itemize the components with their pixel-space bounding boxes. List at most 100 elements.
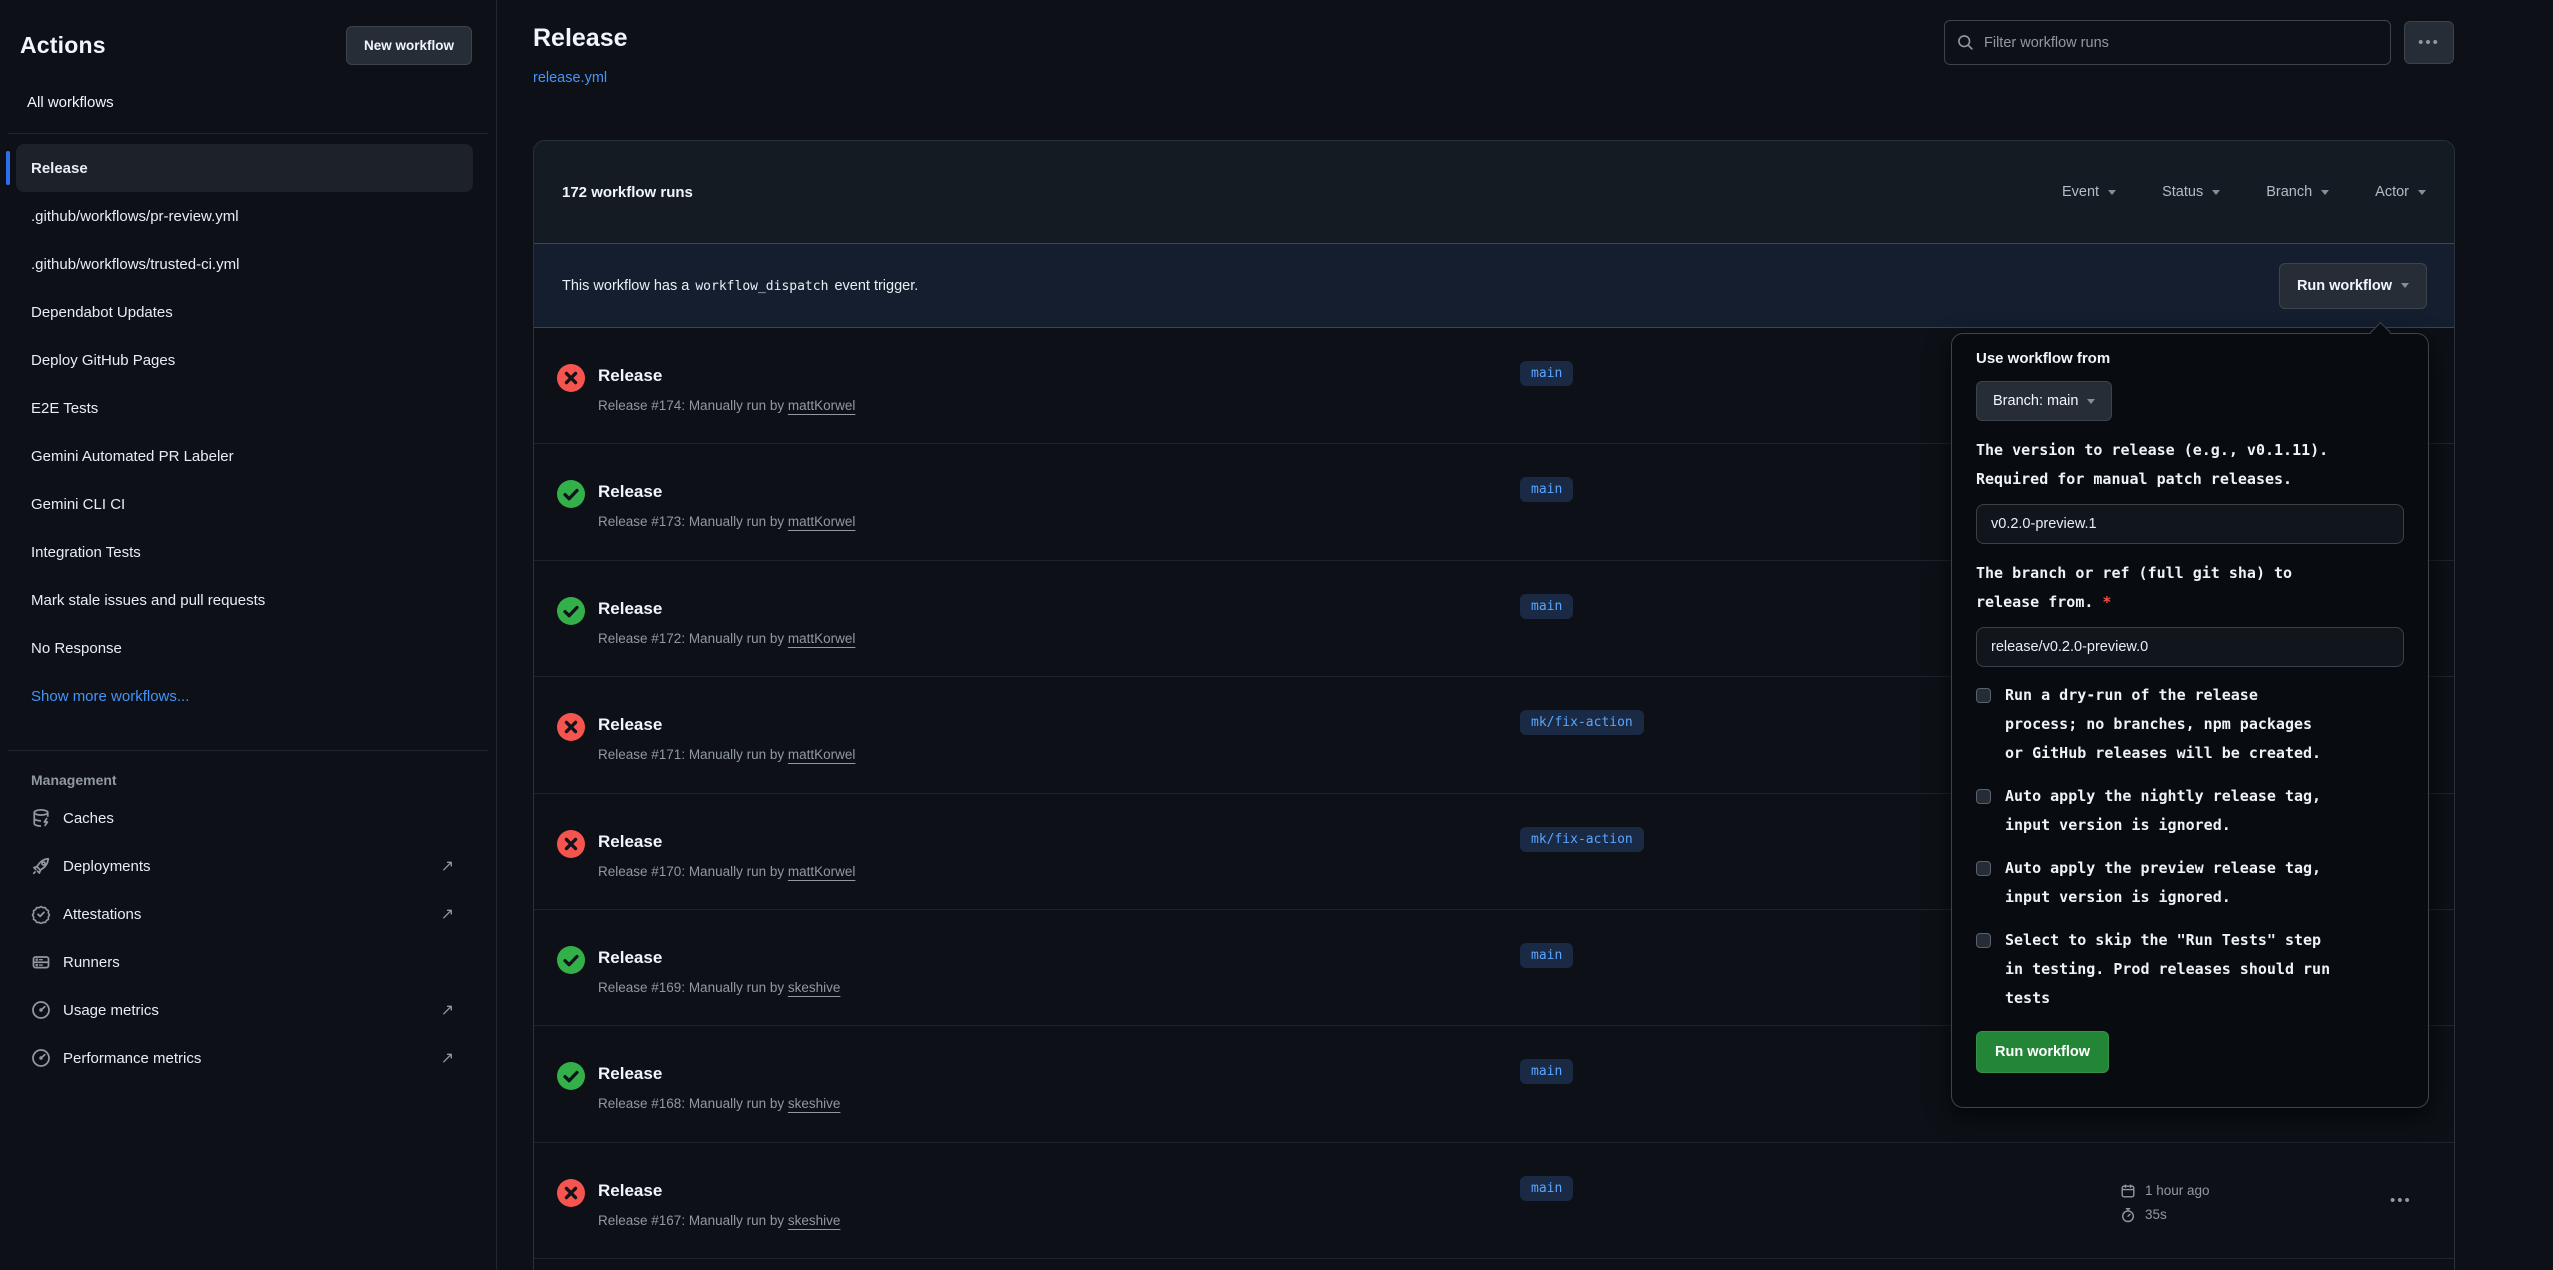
runs-list-header: 172 workflow runs Event Status Branch Ac… [534,141,2454,243]
sidebar-item-mark-stale[interactable]: Mark stale issues and pull requests [16,576,473,624]
actor-link[interactable]: skeshive [788,980,841,995]
branch-badge[interactable]: mk/fix-action [1520,710,1644,735]
workflow-nav: Release .github/workflows/pr-review.yml … [0,134,496,728]
branch-badge[interactable]: main [1520,1059,1573,1084]
sidebar-item-performance-metrics[interactable]: Performance metrics ↗ [31,1034,473,1082]
success-icon [557,597,585,625]
workflow-file-link[interactable]: release.yml [533,70,607,86]
failure-icon [557,1179,585,1207]
actor-link[interactable]: mattKorwel [788,747,856,762]
run-row[interactable]: Release Release #167: Manually run by sk… [534,1143,2454,1259]
failure-icon [557,713,585,741]
failure-icon [557,364,585,392]
branch-badge[interactable]: main [1520,594,1573,619]
ref-input[interactable] [1976,627,2404,667]
run-title[interactable]: Release [598,715,662,735]
version-input-label: The version to release (e.g., v0.1.11). … [1976,436,2404,494]
workflow-dispatch-banner: This workflow has a workflow_dispatch ev… [534,243,2454,328]
filter-workflow-runs-input[interactable] [1984,35,2378,51]
sidebar-item-pr-review[interactable]: .github/workflows/pr-review.yml [16,192,473,240]
sidebar-item-label: Deploy GitHub Pages [31,352,175,369]
sidebar-item-dependabot-updates[interactable]: Dependabot Updates [16,288,473,336]
run-title[interactable]: Release [598,1064,662,1084]
sidebar-item-gemini-cli-ci[interactable]: Gemini CLI CI [16,480,473,528]
calendar-icon [2120,1183,2136,1199]
checkbox-label: Select to skip the "Run Tests" step in t… [2005,926,2330,1013]
run-options-button[interactable]: ••• [2390,1193,2412,1208]
success-icon [557,946,585,974]
branch-filter[interactable]: Branch [2266,184,2329,200]
branch-badge[interactable]: main [1520,477,1573,502]
dry-run-checkbox[interactable]: Run a dry-run of the release process; no… [1976,681,2404,768]
run-time: 1 hour ago [2145,1183,2210,1198]
branch-badge[interactable]: main [1520,943,1573,968]
run-title[interactable]: Release [598,948,662,968]
sidebar-item-trusted-ci[interactable]: .github/workflows/trusted-ci.yml [16,240,473,288]
event-filter[interactable]: Event [2062,184,2116,200]
filter-label: Status [2162,184,2203,200]
show-more-workflows-link[interactable]: Show more workflows... [16,672,473,720]
sidebar-item-release[interactable]: Release [16,144,473,192]
chevron-down-icon [2108,190,2116,195]
sidebar-item-gemini-pr-labeler[interactable]: Gemini Automated PR Labeler [16,432,473,480]
required-asterisk: * [2102,593,2111,611]
sidebar-item-all-workflows[interactable]: All workflows [27,94,496,111]
workflow-options-button[interactable]: ••• [2404,21,2454,64]
sidebar-item-label: .github/workflows/trusted-ci.yml [31,256,239,273]
new-workflow-button[interactable]: New workflow [346,26,472,65]
sidebar-item-usage-metrics[interactable]: Usage metrics ↗ [31,986,473,1034]
kebab-icon: ••• [2418,35,2440,50]
sidebar-item-no-response[interactable]: No Response [16,624,473,672]
sidebar-item-deploy-github-pages[interactable]: Deploy GitHub Pages [16,336,473,384]
sidebar-item-label: Deployments [63,858,151,875]
run-title[interactable]: Release [598,599,662,619]
sidebar-item-label: Performance metrics [63,1050,201,1067]
version-input[interactable] [1976,504,2404,544]
sidebar-item-runners[interactable]: Runners [31,938,473,986]
sidebar-item-label: E2E Tests [31,400,98,417]
actor-link[interactable]: mattKorwel [788,398,856,413]
run-description: Release #167: Manually run by skeshive [598,1213,840,1228]
run-workflow-dropdown-button[interactable]: Run workflow [2279,263,2427,309]
branch-badge[interactable]: mk/fix-action [1520,827,1644,852]
run-title[interactable]: Release [598,366,662,386]
sidebar-item-e2e-tests[interactable]: E2E Tests [16,384,473,432]
branch-select-button[interactable]: Branch: main [1976,381,2112,421]
sidebar-item-label: Release [31,160,88,177]
sidebar-item-label: Usage metrics [63,1002,159,1019]
branch-badge[interactable]: main [1520,1176,1573,1201]
github-actions-page: Actions New workflow All workflows Relea… [0,0,2553,1270]
banner-text: This workflow has a workflow_dispatch ev… [562,278,918,294]
success-icon [557,1062,585,1090]
actor-link[interactable]: skeshive [788,1096,841,1111]
run-title[interactable]: Release [598,1181,662,1201]
actor-link[interactable]: skeshive [788,1213,841,1228]
branch-badge[interactable]: main [1520,361,1573,386]
run-title[interactable]: Release [598,832,662,852]
filter-label: Event [2062,184,2099,200]
checkbox-icon [1976,688,1991,703]
sidebar-item-label: No Response [31,640,122,657]
actor-filter[interactable]: Actor [2375,184,2426,200]
sidebar-item-label: Mark stale issues and pull requests [31,592,265,609]
nightly-tag-checkbox[interactable]: Auto apply the nightly release tag, inpu… [1976,782,2404,840]
sidebar-header: Actions New workflow [0,0,496,65]
actor-link[interactable]: mattKorwel [788,631,856,646]
status-filter[interactable]: Status [2162,184,2220,200]
actor-link[interactable]: mattKorwel [788,514,856,529]
run-description: Release #169: Manually run by skeshive [598,980,840,995]
success-icon [557,480,585,508]
sidebar-item-integration-tests[interactable]: Integration Tests [16,528,473,576]
preview-tag-checkbox[interactable]: Auto apply the preview release tag, inpu… [1976,854,2404,912]
run-title[interactable]: Release [598,482,662,502]
sidebar-item-caches[interactable]: Caches [31,794,473,842]
sidebar-item-deployments[interactable]: Deployments ↗ [31,842,473,890]
external-link-icon: ↗ [441,904,454,924]
run-workflow-submit-button[interactable]: Run workflow [1976,1031,2109,1073]
actor-link[interactable]: mattKorwel [788,864,856,879]
skip-tests-checkbox[interactable]: Select to skip the "Run Tests" step in t… [1976,926,2404,1013]
sidebar-item-attestations[interactable]: Attestations ↗ [31,890,473,938]
stopwatch-icon [2120,1207,2136,1223]
management-section-label: Management [31,772,496,788]
chevron-down-icon [2418,190,2426,195]
